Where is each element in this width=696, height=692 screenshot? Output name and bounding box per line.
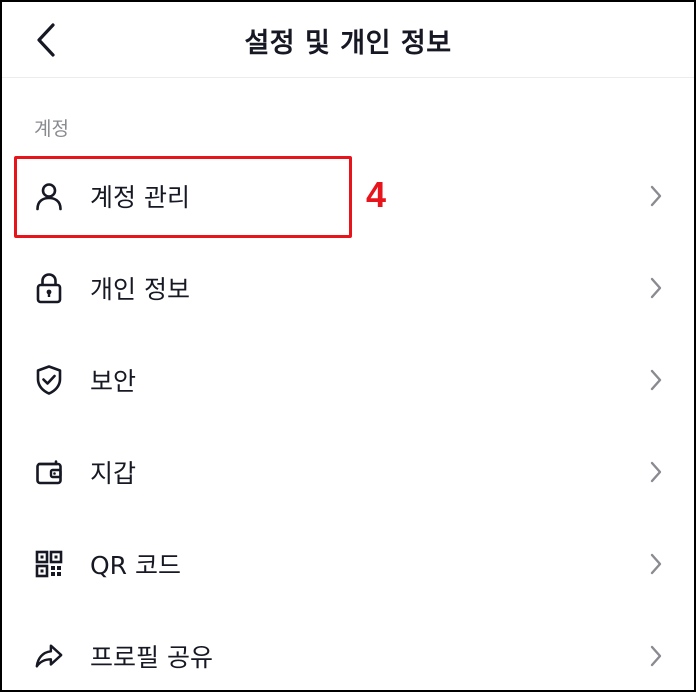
settings-item-label: 개인 정보 [90, 275, 190, 304]
settings-item-qr-code[interactable]: QR 코드 [2, 518, 694, 610]
settings-item-wallet[interactable]: 지갑 [2, 426, 694, 518]
qr-code-icon [34, 549, 64, 579]
lock-icon [34, 273, 64, 304]
chevron-right-icon [646, 458, 666, 486]
chevron-right-icon [646, 642, 666, 670]
chevron-right-icon [646, 182, 666, 210]
shield-check-icon [34, 365, 64, 395]
chevron-right-icon [646, 550, 666, 578]
header-bar: 설정 및 개인 정보 [2, 2, 694, 78]
settings-screen: 설정 및 개인 정보 계정 계정 관리 개인 정보 보안 지갑 QR 코드 프로… [0, 0, 696, 692]
settings-item-share-profile[interactable]: 프로필 공유 [2, 610, 694, 690]
settings-item-label: QR 코드 [90, 551, 181, 580]
share-arrow-icon [34, 641, 64, 671]
highlight-box [14, 156, 352, 238]
settings-item-security[interactable]: 보안 [2, 334, 694, 426]
settings-item-privacy[interactable]: 개인 정보 [2, 242, 694, 334]
settings-item-label: 보안 [90, 367, 137, 396]
page-title: 설정 및 개인 정보 [244, 27, 452, 59]
chevron-right-icon [646, 366, 666, 394]
wallet-icon [34, 457, 64, 487]
settings-item-label: 지갑 [90, 459, 137, 488]
step-number-label: 4 [366, 174, 387, 215]
chevron-right-icon [646, 274, 666, 302]
section-label-account: 계정 [34, 118, 69, 140]
settings-item-label: 프로필 공유 [90, 643, 213, 672]
